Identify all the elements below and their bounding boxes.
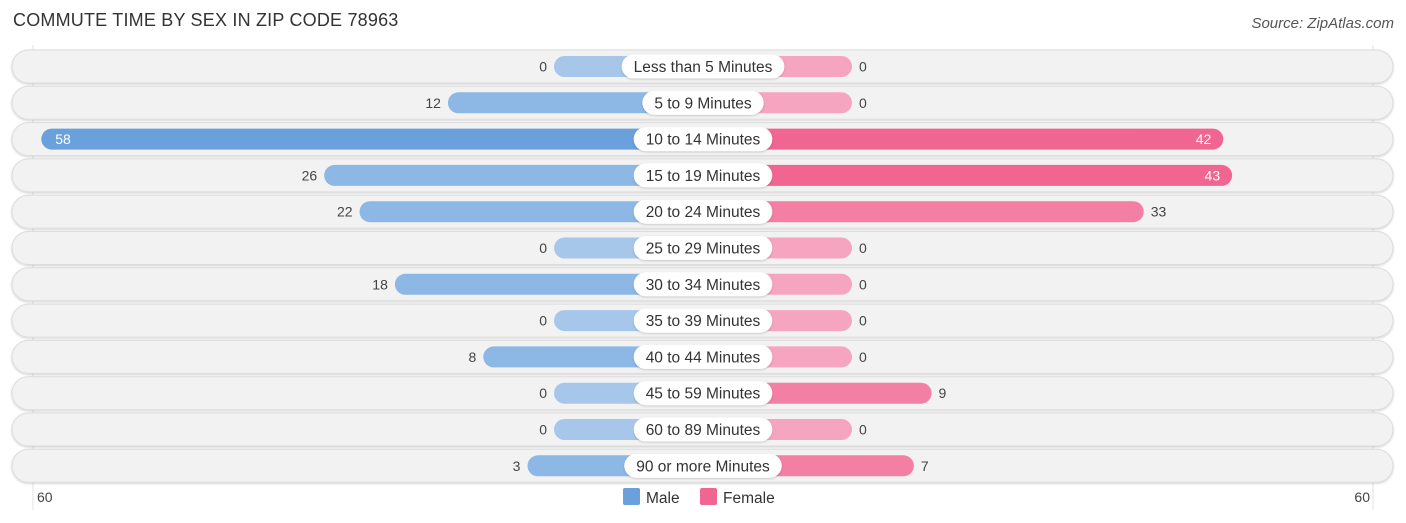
bar-female[interactable] — [703, 164, 1233, 186]
value-label-female: 9 — [939, 385, 947, 401]
category-label: 45 to 59 Minutes — [646, 386, 761, 403]
legend-item-male[interactable]: Male — [623, 488, 680, 507]
chart-row: 45 to 59 Minutes 0 9 — [11, 376, 1394, 411]
legend-swatch-female — [700, 488, 717, 505]
value-label-female: 42 — [1196, 131, 1212, 147]
chart-row: 90 or more Minutes 3 7 — [11, 448, 1394, 483]
value-label-male: 8 — [468, 349, 476, 365]
value-label-female: 33 — [1151, 204, 1167, 220]
value-label-male: 12 — [425, 95, 441, 111]
value-label-male: 0 — [539, 240, 547, 256]
legend-swatch-male — [623, 488, 640, 505]
butterfly-chart: Less than 5 Minutes 0 0 5 to 9 Minutes 12 0 10… — [11, 45, 1394, 510]
value-label-male: 58 — [55, 131, 71, 147]
value-label-male: 0 — [539, 385, 547, 401]
value-label-female: 0 — [859, 349, 867, 365]
chart-row: Less than 5 Minutes 0 0 — [11, 49, 1394, 84]
category-label: 25 to 29 Minutes — [646, 241, 761, 258]
category-label: 35 to 39 Minutes — [646, 313, 761, 330]
value-label-male: 22 — [337, 204, 353, 220]
category-label: Less than 5 Minutes — [634, 59, 773, 76]
value-label-female: 0 — [859, 240, 867, 256]
category-label: 10 to 14 Minutes — [646, 132, 761, 149]
value-label-female: 43 — [1205, 167, 1221, 183]
chart-row: 15 to 19 Minutes 26 43 — [11, 158, 1394, 193]
category-label: 90 or more Minutes — [636, 458, 770, 475]
category-label: 40 to 44 Minutes — [646, 349, 761, 366]
axis-label-left: 60 — [37, 489, 53, 505]
chart-row: 40 to 44 Minutes 8 0 — [11, 339, 1394, 374]
bar-male[interactable] — [41, 128, 703, 150]
value-label-female: 7 — [921, 458, 929, 474]
category-label: 30 to 34 Minutes — [646, 277, 761, 294]
value-label-female: 0 — [859, 422, 867, 438]
value-label-male: 26 — [302, 167, 318, 183]
category-label: 5 to 9 Minutes — [654, 95, 752, 112]
bar-female[interactable] — [703, 128, 1224, 150]
chart-row: 5 to 9 Minutes 12 0 — [11, 85, 1394, 120]
value-label-female: 0 — [859, 95, 867, 111]
chart-row: 30 to 34 Minutes 18 0 — [11, 267, 1394, 302]
legend-label-female: Female — [723, 490, 775, 507]
value-label-male: 18 — [372, 276, 388, 292]
legend-item-female[interactable]: Female — [700, 488, 775, 507]
value-label-male: 0 — [539, 313, 547, 329]
value-label-male: 3 — [513, 458, 521, 474]
chart-row: 60 to 89 Minutes 0 0 — [11, 412, 1394, 447]
category-label: 60 to 89 Minutes — [646, 422, 761, 439]
chart-row: 20 to 24 Minutes 22 33 — [11, 194, 1394, 229]
chart-row: 10 to 14 Minutes 58 42 — [11, 122, 1394, 157]
value-label-male: 0 — [539, 59, 547, 75]
category-label: 15 to 19 Minutes — [646, 168, 761, 185]
chart-row: 25 to 29 Minutes 0 0 — [11, 231, 1394, 265]
value-label-female: 0 — [859, 276, 867, 292]
category-label: 20 to 24 Minutes — [646, 204, 761, 221]
axis-label-right: 60 — [1354, 489, 1370, 505]
value-label-male: 0 — [539, 422, 547, 438]
chart-rows: Less than 5 Minutes 0 0 5 to 9 Minutes 12 0 10… — [11, 45, 1394, 510]
chart-row: 35 to 39 Minutes 0 0 — [11, 303, 1394, 338]
value-label-female: 0 — [859, 59, 867, 75]
value-label-female: 0 — [859, 313, 867, 329]
legend-label-male: Male — [646, 490, 680, 507]
legend: Male Female — [623, 488, 775, 507]
